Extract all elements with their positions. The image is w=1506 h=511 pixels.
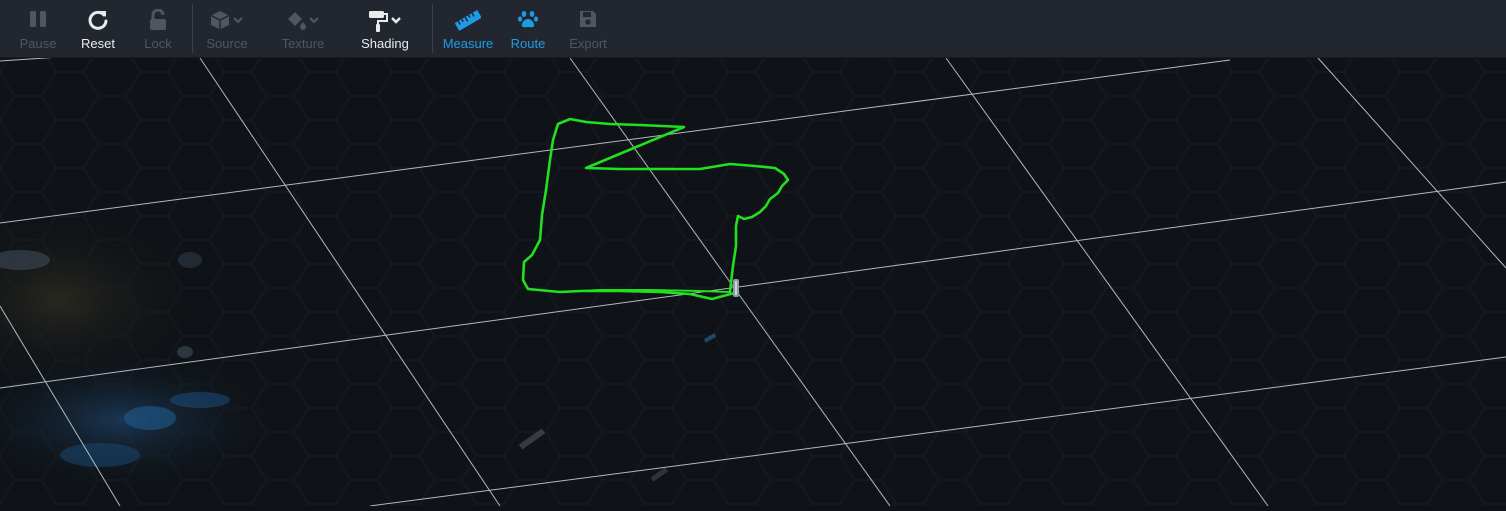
measure-label: Measure bbox=[442, 36, 494, 51]
lock-button[interactable]: Lock bbox=[133, 0, 183, 57]
lock-icon bbox=[148, 9, 168, 35]
texture-dropdown[interactable]: Texture bbox=[272, 0, 334, 57]
source-dropdown[interactable]: Source bbox=[196, 0, 258, 57]
3d-viewport[interactable] bbox=[0, 0, 1506, 507]
current-position-marker[interactable] bbox=[733, 279, 739, 297]
chevron-down-icon bbox=[307, 9, 321, 36]
lock-label: Lock bbox=[144, 36, 172, 51]
pause-label: Pause bbox=[19, 36, 57, 51]
reset-label: Reset bbox=[81, 36, 115, 51]
pause-button[interactable]: Pause bbox=[13, 0, 63, 57]
reset-button[interactable]: Reset bbox=[73, 0, 123, 57]
texture-label: Texture bbox=[281, 36, 325, 51]
pause-icon bbox=[28, 9, 48, 35]
chevron-down-icon bbox=[231, 9, 245, 36]
ruler-icon bbox=[455, 9, 481, 35]
paw-icon bbox=[517, 9, 539, 35]
export-button[interactable]: Export bbox=[563, 0, 613, 57]
shading-dropdown[interactable]: Shading bbox=[352, 0, 418, 57]
export-label: Export bbox=[569, 36, 607, 51]
shading-label: Shading bbox=[361, 36, 409, 51]
reset-icon bbox=[87, 9, 109, 35]
source-label: Source bbox=[206, 36, 248, 51]
chevron-down-icon bbox=[389, 9, 403, 36]
route-label: Route bbox=[510, 36, 546, 51]
toolbar-separator bbox=[432, 4, 433, 53]
paint-roller-icon bbox=[367, 9, 389, 38]
measure-button[interactable]: Measure bbox=[438, 0, 498, 57]
toolbar-separator bbox=[192, 4, 193, 53]
viewport-canvas[interactable] bbox=[0, 0, 1506, 507]
cube-icon bbox=[209, 9, 231, 36]
paint-bucket-icon bbox=[285, 9, 307, 36]
route-button[interactable]: Route bbox=[503, 0, 553, 57]
toolbar: Pause Reset Lock Source Texture Shading … bbox=[0, 0, 1506, 58]
save-icon bbox=[578, 9, 598, 35]
